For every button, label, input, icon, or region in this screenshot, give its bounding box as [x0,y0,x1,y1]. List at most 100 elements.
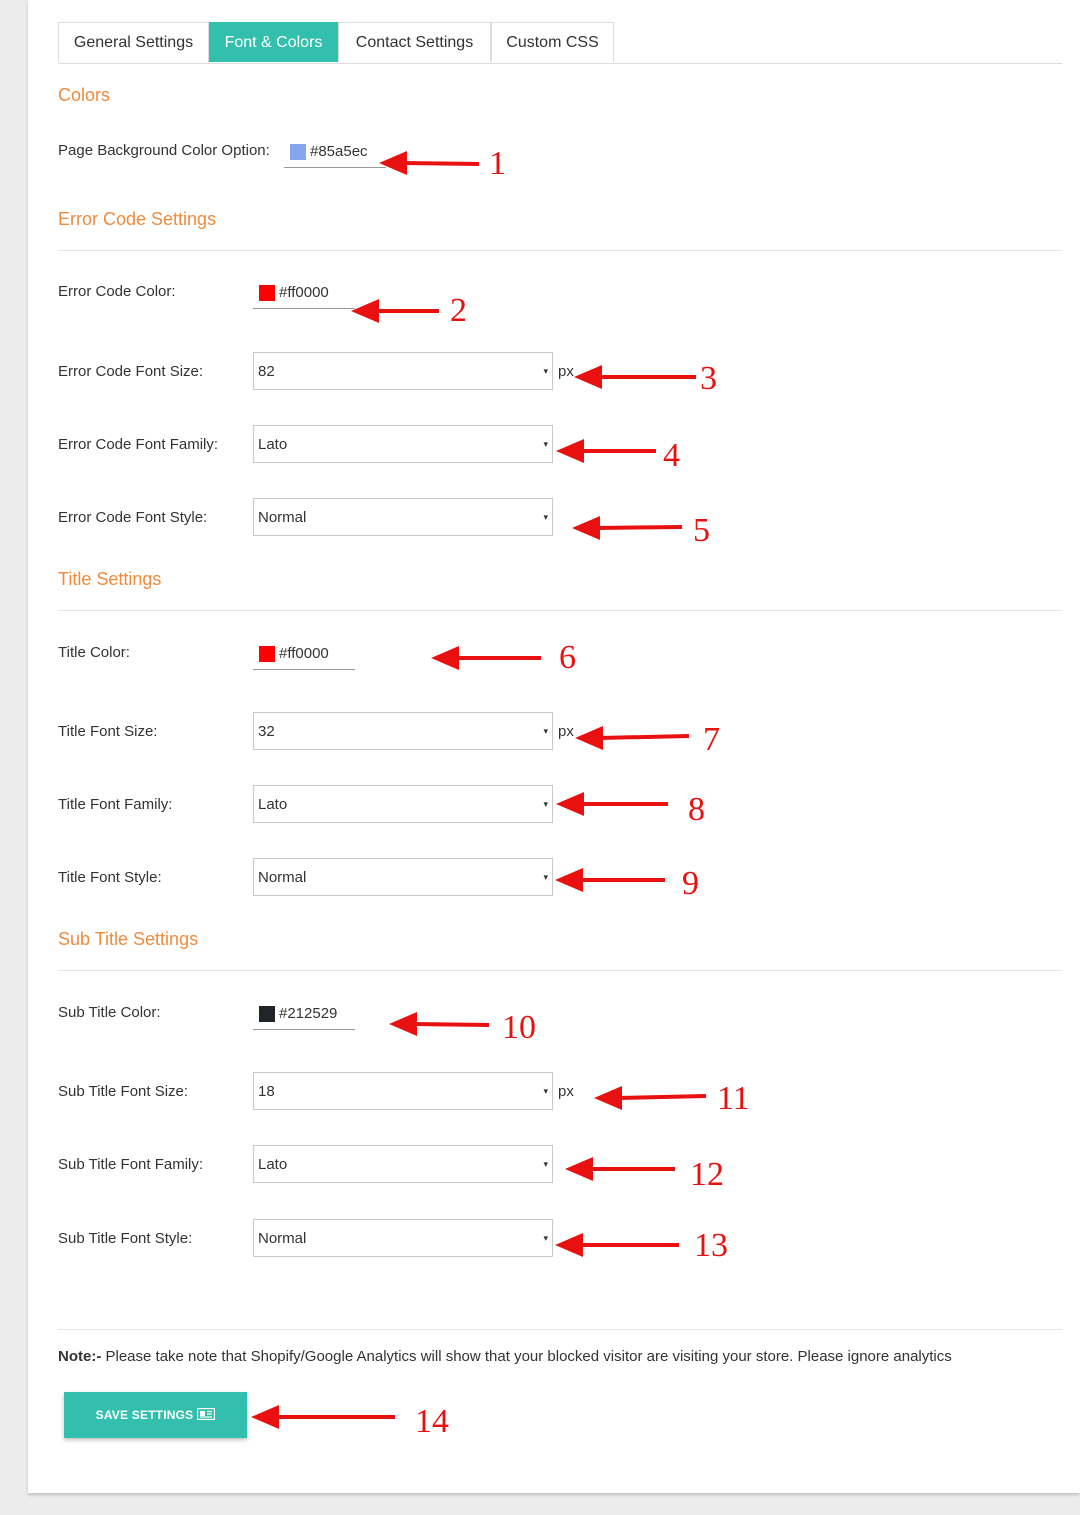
color-swatch [259,646,275,662]
annotation-number: 5 [693,512,710,549]
sub-title-section-title: Sub Title Settings [58,929,199,949]
select-value: 82 [258,363,275,380]
colors-section-title: Colors [58,85,111,105]
section-divider [58,610,1062,611]
error-code-font-style-label: Error Code Font Style: [58,509,208,526]
annotation-arrow [556,439,656,463]
annotation-arrow [575,726,690,750]
annotation-number: 9 [682,865,699,902]
chevron-down-icon: ▾ [543,872,548,882]
annotation-number: 13 [694,1227,728,1264]
note-text: Please take note that Shopify/Google Ana… [101,1348,952,1365]
chevron-down-icon: ▾ [543,1086,548,1096]
title-font-style-select[interactable]: Normal ▾ [253,858,553,896]
section-divider [58,970,1062,971]
annotation-arrow [389,1012,490,1036]
tab-contact-settings[interactable]: Contact Settings [338,22,491,62]
annotation-number: 14 [415,1403,449,1440]
sub-title-font-style-label: Sub Title Font Style: [58,1230,193,1247]
title-color-input[interactable]: #ff0000 [253,643,355,670]
error-code-color-label: Error Code Color: [58,283,176,300]
annotation-number: 4 [663,437,680,474]
select-value: Normal [258,869,307,886]
error-code-font-size-label: Error Code Font Size: [58,363,204,380]
page-bg-color-value: #85a5ec [310,143,368,160]
annotation-arrow [351,299,439,323]
section-divider [58,1329,1062,1330]
title-section-title: Title Settings [58,569,162,589]
select-value: Normal [258,1230,307,1247]
annotation-arrow [572,516,683,540]
analytics-note: Note:- Please take note that Shopify/Goo… [58,1347,952,1367]
error-code-color-value: #ff0000 [279,284,329,301]
chevron-down-icon: ▾ [543,439,548,449]
tab-font-colors[interactable]: Font & Colors [209,22,338,62]
error-code-section-title: Error Code Settings [58,209,217,229]
error-code-font-family-label: Error Code Font Family: [58,436,219,453]
color-swatch [259,1006,275,1022]
title-color-value: #ff0000 [279,645,329,662]
title-font-size-select[interactable]: 32 ▾ [253,712,553,750]
sub-title-color-value: #212529 [279,1005,338,1022]
annotation-number: 7 [703,721,720,758]
annotation-arrow [594,1086,707,1110]
annotation-arrow [379,151,480,175]
error-code-color-input[interactable]: #ff0000 [253,282,355,309]
save-settings-label: SAVE SETTINGS [95,1408,194,1422]
page-bg-color-input[interactable]: #85a5ec [284,141,386,168]
annotation-arrow [555,1233,679,1257]
title-font-family-label: Title Font Family: [58,796,173,813]
title-font-family-select[interactable]: Lato ▾ [253,785,553,823]
annotation-number: 2 [450,292,467,329]
sub-title-font-size-label: Sub Title Font Size: [58,1083,189,1100]
select-value: Lato [258,1156,288,1173]
title-font-size-label: Title Font Size: [58,723,158,740]
color-swatch [259,285,275,301]
tab-general-settings[interactable]: General Settings [58,22,209,62]
chevron-down-icon: ▾ [543,512,548,522]
select-value: Lato [258,436,288,453]
title-color-label: Title Color: [58,644,130,661]
annotation-number: 6 [559,639,576,676]
annotation-number: 3 [700,360,717,397]
title-font-style-label: Title Font Style: [58,869,162,886]
error-code-font-style-select[interactable]: Normal ▾ [253,498,553,536]
sub-title-font-style-select[interactable]: Normal ▾ [253,1219,553,1257]
chevron-down-icon: ▾ [543,1233,548,1243]
annotation-number: 10 [502,1009,536,1046]
chevron-down-icon: ▾ [543,799,548,809]
select-value: Lato [258,796,288,813]
annotation-arrow [574,365,696,389]
sub-title-font-family-select[interactable]: Lato ▾ [253,1145,553,1183]
annotation-arrow [565,1157,675,1181]
section-divider [58,250,1062,251]
annotation-arrow [555,868,665,892]
select-value: 32 [258,723,275,740]
note-prefix: Note:- [58,1348,102,1365]
select-value: Normal [258,509,307,526]
chevron-down-icon: ▾ [543,1159,548,1169]
annotation-arrow [556,792,668,816]
annotation-number: 8 [688,791,705,828]
page-bg-color-label: Page Background Color Option: [58,142,270,159]
annotation-number: 12 [690,1156,724,1193]
annotation-number: 1 [489,145,506,182]
px-unit-label: px [558,1083,574,1100]
sub-title-font-family-label: Sub Title Font Family: [58,1156,204,1173]
sub-title-color-label: Sub Title Color: [58,1004,161,1021]
tabs-divider [58,63,1062,64]
tab-custom-css[interactable]: Custom CSS [491,22,614,62]
chevron-down-icon: ▾ [543,366,548,376]
sub-title-color-input[interactable]: #212529 [253,1003,355,1030]
sub-title-font-size-select[interactable]: 18 ▾ [253,1072,553,1110]
annotation-number: 11 [717,1080,750,1117]
chevron-down-icon: ▾ [543,726,548,736]
error-code-font-size-select[interactable]: 82 ▾ [253,352,553,390]
annotation-arrow [431,646,541,670]
newspaper-icon [197,1407,216,1423]
save-settings-button[interactable]: SAVE SETTINGS [64,1392,247,1438]
color-swatch [290,144,306,160]
px-unit-label: px [558,723,574,740]
error-code-font-family-select[interactable]: Lato ▾ [253,425,553,463]
annotation-arrow [251,1405,395,1429]
